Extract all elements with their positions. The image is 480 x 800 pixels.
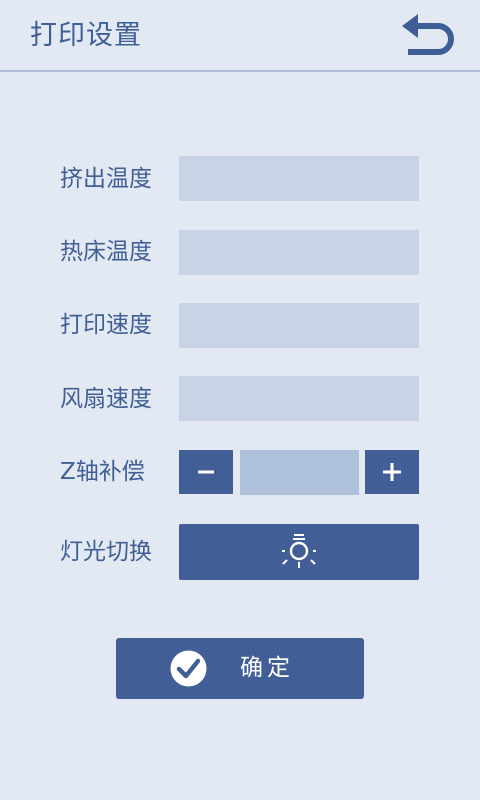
- lightbulb-icon: [282, 534, 316, 568]
- confirm-button[interactable]: 确定: [116, 638, 364, 699]
- back-arrow-icon: [402, 14, 454, 55]
- bed-temp-label: 热床温度: [60, 239, 152, 265]
- confirm-label: 确定: [240, 655, 294, 681]
- extrude-temp-input[interactable]: [179, 156, 419, 201]
- back-button[interactable]: [398, 12, 458, 62]
- z-decrease-button[interactable]: [179, 450, 233, 494]
- plus-icon: [383, 463, 401, 481]
- light-toggle-label: 灯光切换: [60, 539, 152, 565]
- z-offset-label: Z轴补偿: [60, 459, 145, 485]
- print-speed-label: 打印速度: [60, 312, 152, 338]
- header-bar: 打印设置: [0, 0, 480, 72]
- minus-icon: [198, 470, 214, 474]
- z-offset-input[interactable]: [240, 450, 359, 495]
- fan-speed-label: 风扇速度: [60, 386, 152, 412]
- fan-speed-input[interactable]: [179, 376, 419, 421]
- print-speed-input[interactable]: [179, 303, 419, 348]
- bed-temp-input[interactable]: [179, 230, 419, 275]
- z-increase-button[interactable]: [365, 450, 419, 494]
- check-circle-icon: [170, 650, 207, 687]
- light-toggle-button[interactable]: [179, 524, 419, 580]
- extrude-temp-label: 挤出温度: [60, 166, 152, 192]
- page-title: 打印设置: [30, 20, 142, 51]
